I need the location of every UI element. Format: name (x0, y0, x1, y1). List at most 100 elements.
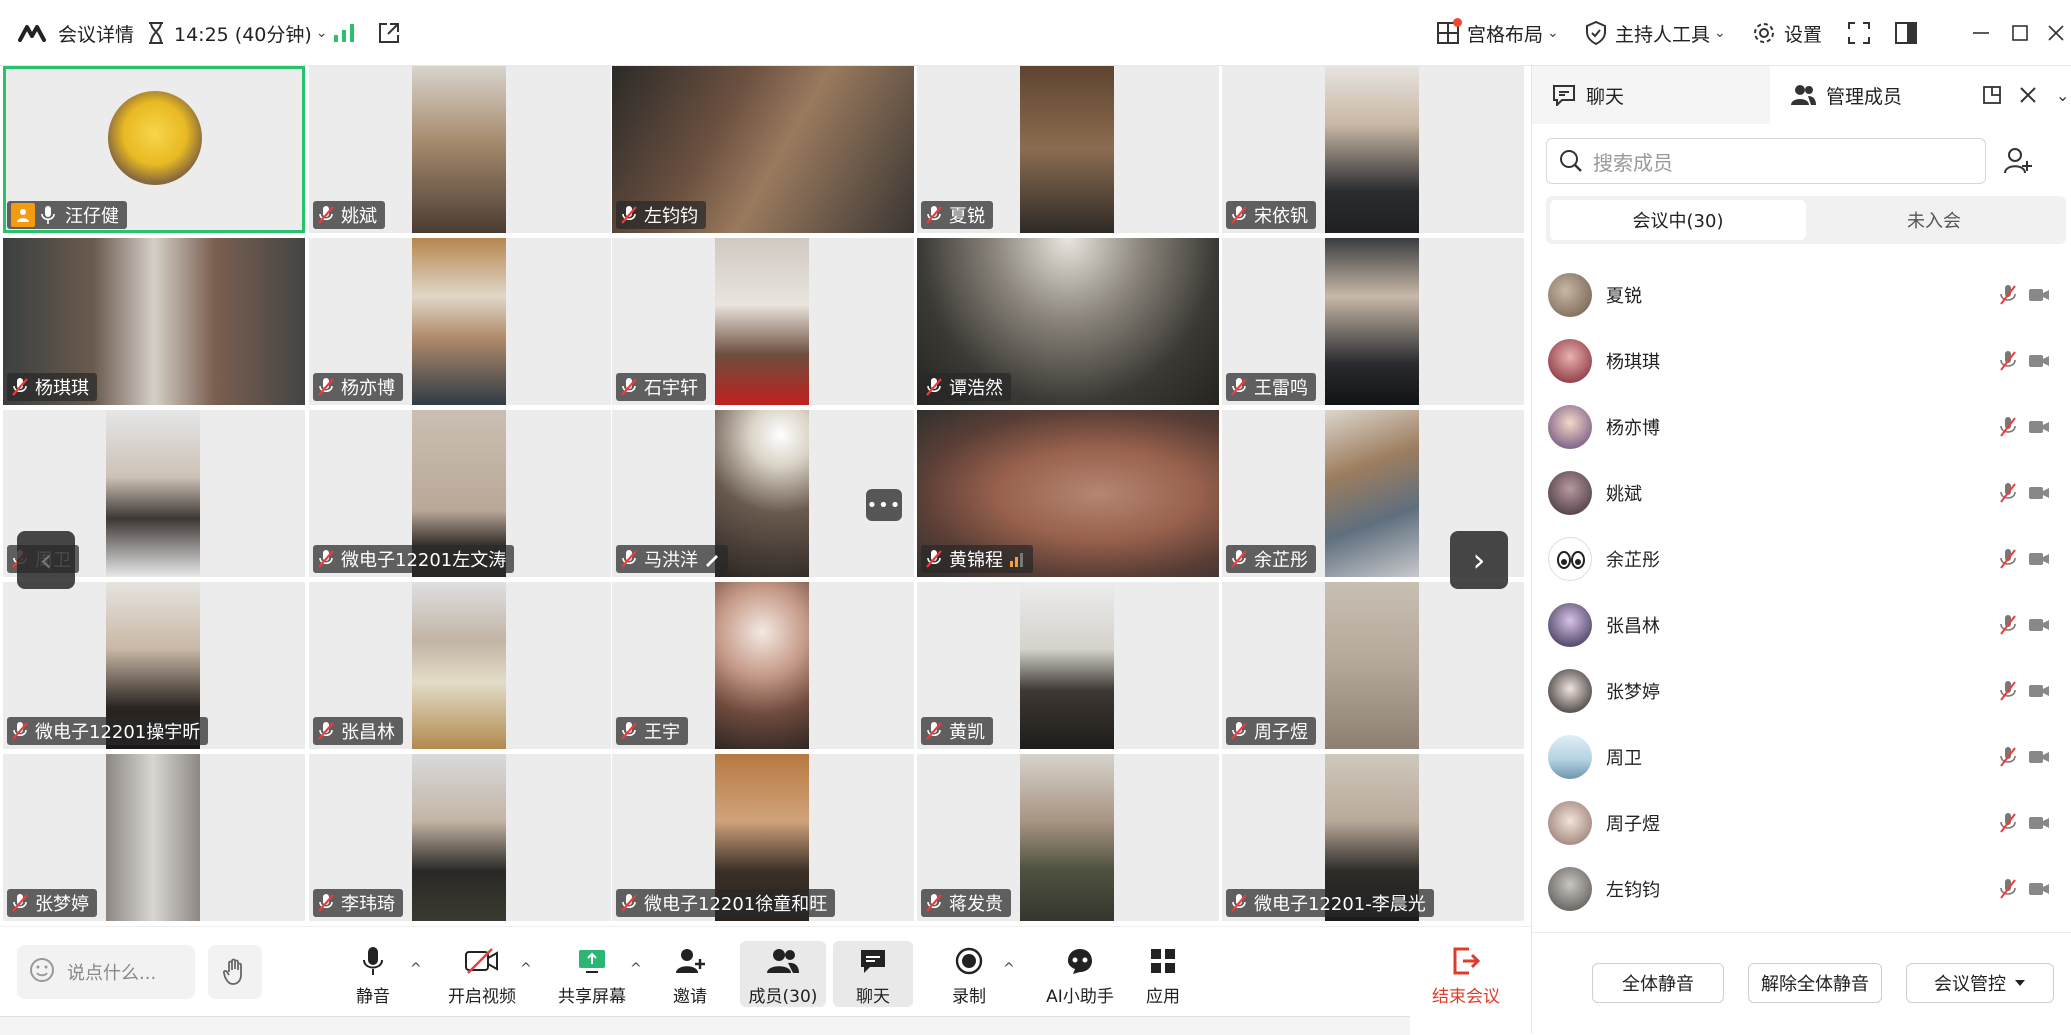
camera-icon[interactable] (2028, 881, 2050, 897)
participant-name: 张昌林 (341, 722, 395, 743)
next-page-arrow-icon[interactable]: › (1450, 531, 1508, 589)
member-row[interactable]: 左钧钧 (1532, 856, 2071, 922)
camera-icon[interactable] (2028, 419, 2050, 435)
video-tile[interactable]: 杨琪琪 (3, 238, 305, 405)
video-tile[interactable]: 黄锦程 (917, 410, 1219, 577)
video-tile[interactable]: 姚斌 (309, 66, 611, 233)
tab-not-joined[interactable]: 未入会 (1806, 200, 2062, 240)
member-row-partial[interactable] (1532, 922, 2071, 932)
video-tile[interactable]: 宋依钒 (1222, 66, 1524, 233)
mic-off-icon[interactable] (1998, 680, 2018, 702)
member-row[interactable]: 张昌林 (1532, 592, 2071, 658)
mic-off-icon[interactable] (1998, 548, 2018, 570)
member-row[interactable]: 夏锐 (1532, 262, 2071, 328)
external-link-icon[interactable] (377, 18, 401, 48)
camera-icon[interactable] (2028, 617, 2050, 633)
member-row[interactable]: 张梦婷 (1532, 658, 2071, 724)
video-tile[interactable]: 黄凯 (917, 582, 1219, 749)
mic-off-icon[interactable] (1998, 878, 2018, 900)
chat-button[interactable]: 聊天 (833, 941, 913, 1007)
mic-off-icon[interactable] (1998, 482, 2018, 504)
video-tile[interactable]: 张梦婷 (3, 754, 305, 921)
camera-icon[interactable] (2028, 485, 2050, 501)
participant-name: 黄锦程 (949, 550, 1003, 571)
video-tile[interactable]: 李玮琦 (309, 754, 611, 921)
video-tile[interactable]: 杨亦博 (309, 238, 611, 405)
invite-button[interactable]: 邀请 (650, 941, 730, 1007)
share-screen-button[interactable]: 共享屏幕 (550, 941, 634, 1007)
mic-off-icon[interactable] (1998, 416, 2018, 438)
video-tile[interactable]: 谭浩然 (917, 238, 1219, 405)
member-search-input[interactable]: 搜索成员 (1546, 138, 1986, 184)
mic-off-icon[interactable] (1998, 350, 2018, 372)
network-signal-icon[interactable] (333, 18, 355, 48)
start-video-button[interactable]: 开启视频 (440, 941, 524, 1007)
video-tile[interactable]: 石宇轩 (612, 238, 914, 405)
meeting-details-button[interactable]: 会议详情 (18, 18, 134, 48)
end-meeting-button[interactable]: 结束会议 (1418, 941, 1514, 1007)
minimize-icon[interactable] (1966, 18, 1996, 48)
mic-off-icon[interactable] (1998, 614, 2018, 636)
video-tile[interactable]: 张昌林 (309, 582, 611, 749)
maximize-icon[interactable] (2005, 18, 2035, 48)
member-row[interactable]: 周卫 (1532, 724, 2071, 790)
video-tile[interactable]: 王宇 (612, 582, 914, 749)
meeting-timer[interactable]: 14:25 (40分钟) ⌄ (146, 18, 328, 48)
avatar (1548, 405, 1592, 449)
raise-hand-icon[interactable] (208, 945, 262, 999)
mute-all-button[interactable]: 全体静音 (1592, 963, 1724, 1003)
meeting-control-button[interactable]: 会议管控 (1906, 963, 2054, 1003)
record-button[interactable]: 录制 (929, 941, 1009, 1007)
more-options-icon[interactable]: ••• (866, 489, 902, 521)
mute-options-chevron-icon[interactable]: ^ (410, 961, 422, 977)
member-row[interactable]: 姚斌 (1532, 460, 2071, 526)
camera-icon[interactable] (2028, 683, 2050, 699)
add-user-icon[interactable] (1998, 138, 2038, 184)
video-options-chevron-icon[interactable]: ^ (520, 961, 532, 977)
member-row[interactable]: 周子煜 (1532, 790, 2071, 856)
fullscreen-icon[interactable] (1844, 18, 1874, 48)
collapse-chevron-icon[interactable]: ⌄ (2056, 86, 2069, 105)
video-tile[interactable]: 夏锐 (917, 66, 1219, 233)
horizontal-scrollbar[interactable] (0, 1016, 1410, 1035)
member-row[interactable]: 杨琪琪 (1532, 328, 2071, 394)
layout-menu-button[interactable]: 宫格布局 ⌄ (1437, 18, 1559, 48)
record-options-chevron-icon[interactable]: ^ (1003, 961, 1015, 977)
camera-icon[interactable] (2028, 353, 2050, 369)
video-tile[interactable]: 微电子12201徐童和旺 (612, 754, 914, 921)
camera-icon[interactable] (2028, 815, 2050, 831)
share-options-chevron-icon[interactable]: ^ (630, 961, 642, 977)
member-row[interactable]: 余芷彤 (1532, 526, 2071, 592)
mic-off-icon[interactable] (1998, 746, 2018, 768)
previous-page-arrow-icon[interactable]: ‹ (17, 531, 75, 589)
tab-chat[interactable]: 聊天 (1532, 66, 1770, 124)
camera-icon[interactable] (2028, 287, 2050, 303)
unmute-all-button[interactable]: 解除全体静音 (1748, 963, 1882, 1003)
video-tile[interactable]: 周子煜 (1222, 582, 1524, 749)
video-tile[interactable]: 左钧钧 (612, 66, 914, 233)
camera-icon[interactable] (2028, 551, 2050, 567)
close-panel-icon[interactable] (2018, 85, 2038, 105)
settings-button[interactable]: 设置 (1752, 18, 1822, 48)
video-tile[interactable]: 汪仔健 (3, 66, 305, 233)
quick-comment-input[interactable]: 说点什么... (17, 945, 195, 999)
video-tile[interactable]: 微电子12201-李晨光 (1222, 754, 1524, 921)
video-tile[interactable]: 蒋发贵 (917, 754, 1219, 921)
mute-button[interactable]: 静音 (333, 941, 413, 1007)
popout-icon[interactable] (1982, 85, 2002, 105)
tab-in-meeting[interactable]: 会议中(30) (1550, 200, 1806, 240)
host-tools-button[interactable]: 主持人工具 ⌄ (1585, 18, 1726, 48)
members-button[interactable]: 成员(30) (740, 941, 826, 1007)
close-window-icon[interactable] (2041, 18, 2071, 48)
video-tile[interactable]: 王雷鸣 (1222, 238, 1524, 405)
video-tile[interactable]: 微电子12201左文涛 (309, 410, 611, 577)
mic-off-icon[interactable] (1998, 812, 2018, 834)
mic-off-icon[interactable] (1998, 284, 2018, 306)
tab-members[interactable]: 管理成员 ⌄ (1770, 66, 2071, 124)
member-row[interactable]: 杨亦博 (1532, 394, 2071, 460)
ai-assistant-button[interactable]: AI小助手 (1030, 941, 1130, 1007)
video-tile[interactable]: 微电子12201操宇昕 (3, 582, 305, 749)
apps-button[interactable]: 应用 (1123, 941, 1203, 1007)
camera-icon[interactable] (2028, 749, 2050, 765)
sidebar-toggle-icon[interactable] (1891, 18, 1921, 48)
